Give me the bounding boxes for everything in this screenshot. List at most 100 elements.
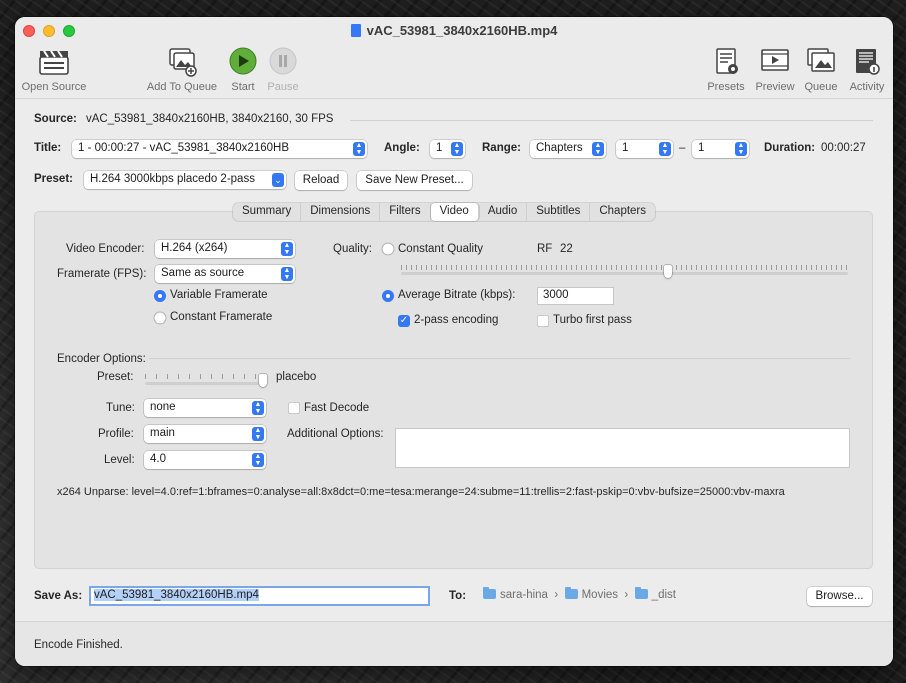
pause-button[interactable]: Pause [266, 47, 300, 93]
pause-label: Pause [267, 81, 299, 93]
chevron-updown-icon: ▲ ▼ [353, 142, 365, 156]
open-source-button[interactable]: Open Source [21, 47, 87, 93]
title-label: Title: [34, 142, 62, 154]
encoder-preset-slider-knob[interactable] [259, 374, 267, 387]
angle-popup[interactable]: 1 ▲ ▼ [430, 140, 465, 158]
range-start-popup[interactable]: 1 ▲ ▼ [616, 140, 673, 158]
save-new-preset-button[interactable]: Save New Preset... [357, 171, 472, 190]
encoder-preset-label: Preset: [97, 371, 134, 383]
open-source-label: Open Source [21, 81, 87, 93]
save-as-label: Save As: [34, 590, 83, 602]
presets-button[interactable]: Presets [705, 47, 747, 93]
variable-framerate-radio[interactable] [154, 290, 166, 302]
encoder-preset-value: placebo [276, 371, 317, 383]
two-pass-label: 2-pass encoding [414, 314, 499, 326]
tab-summary[interactable]: Summary [233, 203, 302, 221]
activity-button[interactable]: Activity [845, 47, 889, 93]
constant-framerate-label: Constant Framerate [170, 311, 273, 323]
preview-icon [761, 49, 789, 71]
save-as-value: vAC_53981_3840x2160HB.mp4 [94, 589, 259, 601]
chevron-updown-icon: ▲ ▼ [659, 142, 671, 156]
add-to-queue-label: Add To Queue [146, 81, 218, 93]
source-label: Source: [34, 113, 77, 125]
preview-button[interactable]: Preview [753, 47, 797, 93]
additional-options-input[interactable] [395, 428, 850, 468]
tab-dimensions[interactable]: Dimensions [301, 203, 381, 221]
tab-chapters[interactable]: Chapters [590, 203, 655, 221]
duration-value: 00:00:27 [821, 142, 866, 154]
clapperboard-icon [39, 50, 69, 75]
folder-icon [634, 587, 648, 599]
constant-quality-radio[interactable] [382, 243, 394, 255]
start-button[interactable]: Start [227, 47, 259, 93]
destination-path[interactable]: sara-hina › Movies › _dist [483, 587, 676, 601]
average-bitrate-label: Average Bitrate (kbps): [398, 289, 516, 301]
title-popup[interactable]: 1 - 00:00:27 - vAC_53981_3840x2160HB ▲ ▼ [72, 140, 367, 158]
activity-icon [856, 49, 880, 75]
chevron-updown-icon: ▲ ▼ [451, 142, 463, 156]
preset-popup-value: H.264 3000kbps placedo 2-pass [90, 173, 255, 185]
encoder-preset-slider-ticks [145, 374, 267, 379]
queue-button[interactable]: Queue [803, 47, 839, 93]
profile-label: Profile: [98, 428, 134, 440]
level-label: Level: [104, 454, 135, 466]
profile-value: main [150, 427, 175, 439]
turbo-first-pass-checkbox[interactable] [537, 315, 549, 327]
quality-slider-knob[interactable] [664, 265, 673, 278]
range-end-popup[interactable]: 1 ▲ ▼ [692, 140, 749, 158]
save-as-input[interactable]: vAC_53981_3840x2160HB.mp4 [89, 586, 430, 606]
video-encoder-label: Video Encoder: [66, 243, 145, 255]
path-segment: Movies [581, 589, 619, 601]
queue-icon [807, 48, 835, 72]
tune-popup[interactable]: none ▲ ▼ [144, 399, 266, 417]
source-value: vAC_53981_3840x2160HB, 3840x2160, 30 FPS [86, 113, 334, 125]
fast-decode-label: Fast Decode [304, 402, 370, 414]
chevron-updown-icon: ▲ ▼ [281, 267, 293, 281]
quality-slider[interactable] [401, 265, 848, 279]
angle-label: Angle: [384, 142, 420, 154]
presets-label: Presets [707, 81, 745, 93]
title-popup-value: 1 - 00:00:27 - vAC_53981_3840x2160HB [78, 142, 289, 154]
tab-filters[interactable]: Filters [380, 203, 431, 221]
range-dash: – [679, 142, 686, 154]
path-chevron-icon: › [551, 589, 562, 601]
quality-slider-ticks [401, 265, 848, 270]
tab-audio[interactable]: Audio [479, 203, 528, 221]
add-to-queue-button[interactable]: Add To Queue [144, 47, 220, 93]
rf-value: 22 [560, 243, 573, 255]
add-photos-icon [169, 48, 197, 77]
document-icon [350, 24, 361, 37]
tab-subtitles[interactable]: Subtitles [527, 203, 591, 221]
status-bar: Encode Finished. [15, 621, 893, 666]
encoder-preset-slider[interactable] [145, 374, 267, 388]
browse-button[interactable]: Browse... [807, 587, 872, 606]
rf-label: RF [537, 243, 553, 255]
video-encoder-popup[interactable]: H.264 (x264) ▲ ▼ [155, 240, 295, 258]
tab-video[interactable]: Video [430, 203, 479, 221]
tune-value: none [150, 401, 176, 413]
tune-label: Tune: [106, 402, 135, 414]
range-type-value: Chapters [536, 142, 583, 154]
fast-decode-checkbox[interactable] [288, 402, 300, 414]
folder-icon [564, 587, 578, 599]
framerate-label: Framerate (FPS): [57, 268, 147, 280]
chevron-updown-icon: ▲ ▼ [252, 453, 264, 467]
framerate-popup[interactable]: Same as source ▲ ▼ [155, 265, 295, 283]
average-bitrate-radio[interactable] [382, 290, 394, 302]
tab-bar: Summary Dimensions Filters Video Audio S… [233, 203, 656, 221]
chevron-updown-icon: ▲ ▼ [252, 401, 264, 415]
preset-popup[interactable]: H.264 3000kbps placedo 2-pass ⌄ [84, 171, 286, 189]
range-type-popup[interactable]: Chapters ▲ ▼ [530, 140, 606, 158]
bitrate-input[interactable]: 3000 [537, 287, 614, 305]
constant-framerate-radio[interactable] [154, 312, 166, 324]
two-pass-checkbox[interactable]: ✓ [398, 315, 410, 327]
angle-popup-value: 1 [436, 142, 443, 154]
reload-button[interactable]: Reload [295, 171, 347, 190]
chevron-updown-icon: ▲ ▼ [592, 142, 604, 156]
handbrake-window: vAC_53981_3840x2160HB.mp4 Open Source Ad… [15, 17, 893, 666]
profile-popup[interactable]: main ▲ ▼ [144, 425, 266, 443]
level-popup[interactable]: 4.0 ▲ ▼ [144, 451, 266, 469]
chevron-down-icon: ⌄ [272, 173, 284, 187]
range-label: Range: [482, 142, 521, 154]
x264-unparse-text: x264 Unparse: level=4.0:ref=1:bframes=0:… [57, 486, 785, 498]
